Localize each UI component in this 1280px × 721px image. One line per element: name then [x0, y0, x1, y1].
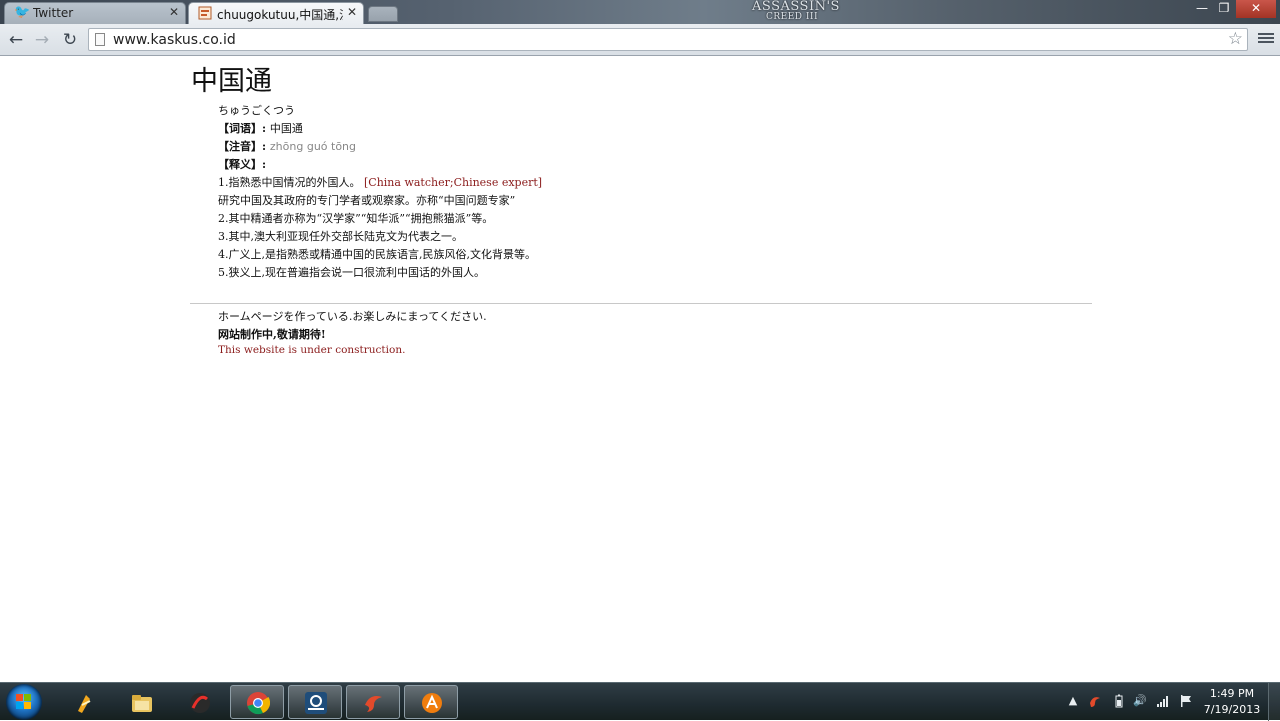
taskbar-steam[interactable] [288, 685, 342, 719]
windows-taskbar: ▲ 🔊 1:49 PM 7/19/2013 [0, 682, 1280, 721]
winamp-icon [78, 695, 91, 713]
forward-arrow-icon[interactable]: → [32, 30, 52, 50]
word-value: 中国通 [269, 122, 303, 135]
construction-japanese: ホームページを作っている.お楽しみにまってください. [218, 310, 487, 323]
taskbar-file-explorer[interactable] [114, 685, 168, 719]
divider [190, 303, 1092, 304]
tab-twitter[interactable]: 🐦 Twitter ✕ [4, 2, 186, 24]
media-app-icon [190, 693, 210, 713]
taskbar-flash-app[interactable] [346, 685, 400, 719]
tab-title: Twitter [33, 6, 74, 20]
word-label: 【词语】: [218, 122, 267, 135]
start-button[interactable] [6, 684, 42, 720]
phonetic-value: zhōng guó tōng [269, 140, 357, 153]
tab-title: chuugokutuu,中国通,汉语 [217, 8, 343, 22]
meaning-label: 【释义】: [218, 158, 267, 171]
definition-2: 2.其中精通者亦称为“汉学家”“知华派”“拥抱熊猫派”等。 [218, 212, 494, 225]
definition-1-cont: 研究中国及其政府的专门学者或观察家。亦称“中国问题专家” [218, 194, 516, 207]
page-content: 中国通 ちゅうごくつう 【词语】: 中国通 【注音】: zhōng guó tō… [0, 57, 1280, 682]
twitter-bird-icon: 🐦 [14, 5, 31, 20]
volume-icon[interactable]: 🔊 [1133, 694, 1147, 708]
tray-app-icon[interactable] [1088, 694, 1102, 708]
action-center-flag-icon[interactable] [1179, 694, 1193, 708]
reading-text: ちゅうごくつう [218, 104, 295, 117]
assassins-creed-logo: ASSASSIN'S CREED III [752, 0, 840, 23]
system-clock[interactable]: 1:49 PM 7/19/2013 [1200, 686, 1264, 718]
taskbar-media-app[interactable] [172, 685, 226, 719]
construction-chinese: 网站制作中,敬请期待! [218, 328, 326, 341]
reload-icon[interactable]: ↻ [60, 30, 80, 50]
definition-4: 4.广义上,是指熟悉或精通中国的民族语言,民族风俗,文化背景等。 [218, 248, 536, 261]
maximize-button[interactable]: ❐ [1210, 0, 1238, 18]
tray-expand-icon[interactable]: ▲ [1066, 694, 1080, 708]
tab-close-icon[interactable]: ✕ [169, 5, 179, 19]
taskbar-avast[interactable] [404, 685, 458, 719]
back-arrow-icon[interactable]: ← [6, 30, 26, 50]
phonetic-label: 【注音】: [218, 140, 267, 153]
chrome-icon [247, 692, 270, 715]
close-window-button[interactable]: ✕ [1236, 0, 1276, 18]
window-titlebar: 🐦 Twitter ✕ chuugokutuu,中国通,汉语 ✕ ASSASSI… [0, 0, 1280, 24]
tab-kaskus[interactable]: chuugokutuu,中国通,汉语 ✕ [188, 2, 364, 24]
new-tab-button[interactable] [368, 6, 398, 22]
definition-3: 3.其中,澳大利亚现任外交部长陆克文为代表之一。 [218, 230, 463, 243]
clock-time: 1:49 PM [1209, 687, 1255, 700]
page-icon [95, 33, 105, 46]
steam-icon [305, 692, 327, 714]
construction-english: This website is under construction. [218, 344, 406, 356]
taskbar-winamp[interactable] [56, 685, 110, 719]
folder-icon [132, 695, 152, 712]
logo-line1: ASSASSIN'S [752, 0, 840, 14]
tab-close-icon[interactable]: ✕ [347, 5, 357, 19]
bookmark-star-icon[interactable]: ☆ [1228, 29, 1243, 49]
show-desktop-button[interactable] [1268, 683, 1280, 721]
windows-flag-icon [16, 694, 32, 710]
definition-1-text: 1.指熟悉中国情况的外国人。 [218, 176, 361, 189]
phonetic-row: 【注音】: zhōng guó tōng [218, 138, 356, 154]
taskbar-chrome[interactable] [230, 685, 284, 719]
address-bar[interactable]: www.kaskus.co.id ☆ [88, 28, 1248, 51]
definition-5: 5.狭义上,现在普遍指会说一口很流利中国话的外国人。 [218, 266, 485, 279]
page-favicon-icon [198, 6, 212, 20]
definition-1-english: [China watcher;Chinese expert] [364, 176, 543, 189]
battery-icon[interactable] [1112, 694, 1126, 708]
network-signal-icon[interactable] [1156, 694, 1170, 708]
flash-app-icon [365, 696, 382, 712]
definition-1: 1.指熟悉中国情况的外国人。 [China watcher;Chinese ex… [218, 174, 542, 190]
word-row: 【词语】: 中国通 [218, 120, 303, 136]
address-text[interactable]: www.kaskus.co.id [113, 32, 236, 48]
chrome-menu-icon[interactable] [1258, 31, 1274, 47]
browser-toolbar: ← → ↻ www.kaskus.co.id ☆ [0, 24, 1280, 56]
page-title: 中国通 [191, 66, 272, 97]
clock-date: 7/19/2013 [1203, 703, 1261, 716]
avast-icon [422, 693, 442, 713]
